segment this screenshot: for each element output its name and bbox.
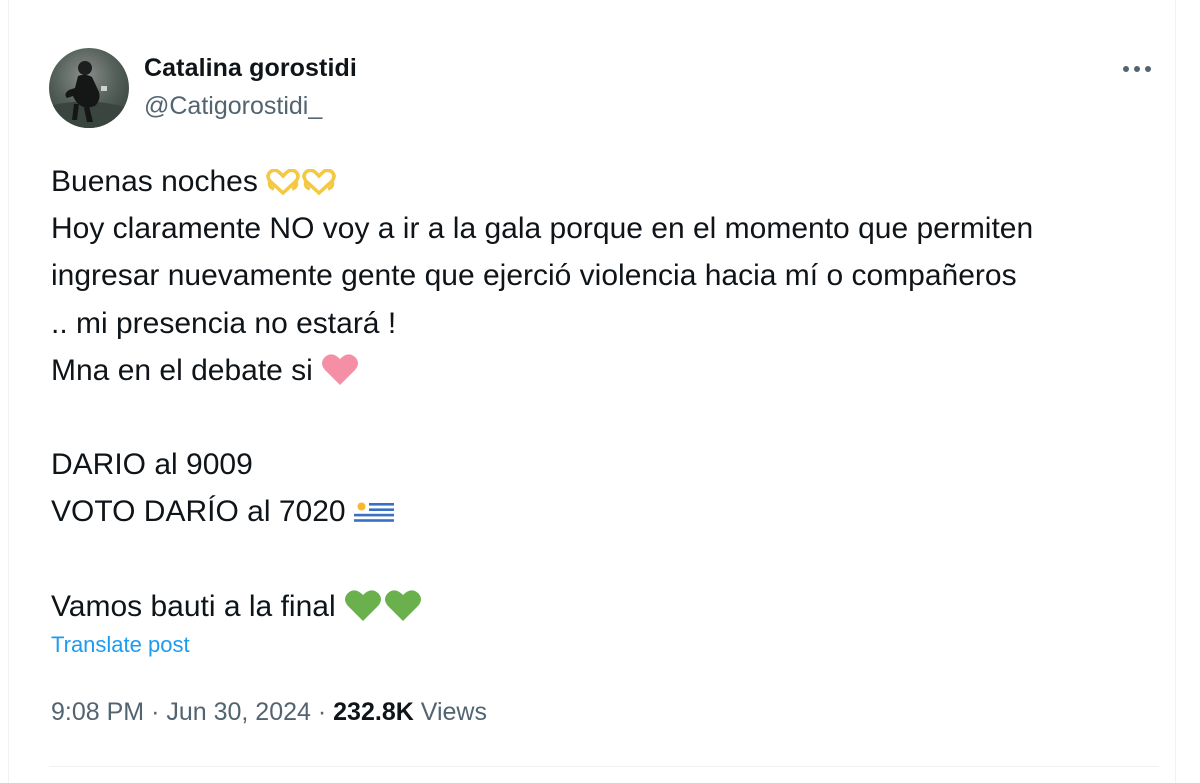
- author-display-name[interactable]: Catalina gorostidi: [144, 54, 357, 83]
- green-heart-emoji: [384, 590, 421, 622]
- heart-hands-emoji: [302, 168, 336, 195]
- post-text-line: Vamos bauti a la final: [51, 583, 1171, 630]
- post-text-line: DARIO al 9009: [51, 448, 253, 482]
- more-options-button[interactable]: [1117, 54, 1157, 84]
- more-horizontal-icon: [1123, 66, 1151, 72]
- avatar[interactable]: [49, 48, 129, 128]
- meta-separator: ·: [317, 698, 327, 726]
- avatar-photo: [49, 61, 129, 128]
- author-handle[interactable]: @Catigorostidi_: [144, 92, 322, 121]
- heart-hands-emoji: [266, 168, 300, 195]
- post-meta: 9:08 PM · Jun 30, 2024 · 232.8K Views: [51, 698, 487, 727]
- post-text-line: Buenas noches: [51, 158, 1171, 205]
- translate-post-link[interactable]: Translate post: [51, 632, 190, 658]
- post-text-line: Hoy claramente NO voy a ir a la gala por…: [51, 212, 1034, 246]
- uruguay-flag-emoji: [353, 499, 394, 524]
- post-text-line: .. mi presencia no estará !: [51, 306, 397, 340]
- views-count[interactable]: 232.8K: [333, 698, 414, 726]
- green-heart-emoji: [344, 590, 381, 622]
- post-text-line: ingresar nuevamente gente que ejerció vi…: [51, 259, 1017, 293]
- meta-separator: ·: [151, 698, 160, 726]
- post-text-line: VOTO DARÍO al 7020: [51, 488, 1171, 535]
- pink-heart-emoji: [321, 354, 358, 386]
- post-text: Buenas noches Hoy claramente NO voy a ir…: [51, 158, 1171, 630]
- post-card: Catalina gorostidi @Catigorostidi_ Buena…: [8, 0, 1176, 783]
- views-label: Views: [420, 698, 487, 726]
- post-date[interactable]: Jun 30, 2024: [166, 698, 311, 726]
- post-text-line: Mna en el debate si: [51, 347, 1171, 394]
- divider: [49, 766, 1159, 767]
- post-time[interactable]: 9:08 PM: [51, 698, 144, 726]
